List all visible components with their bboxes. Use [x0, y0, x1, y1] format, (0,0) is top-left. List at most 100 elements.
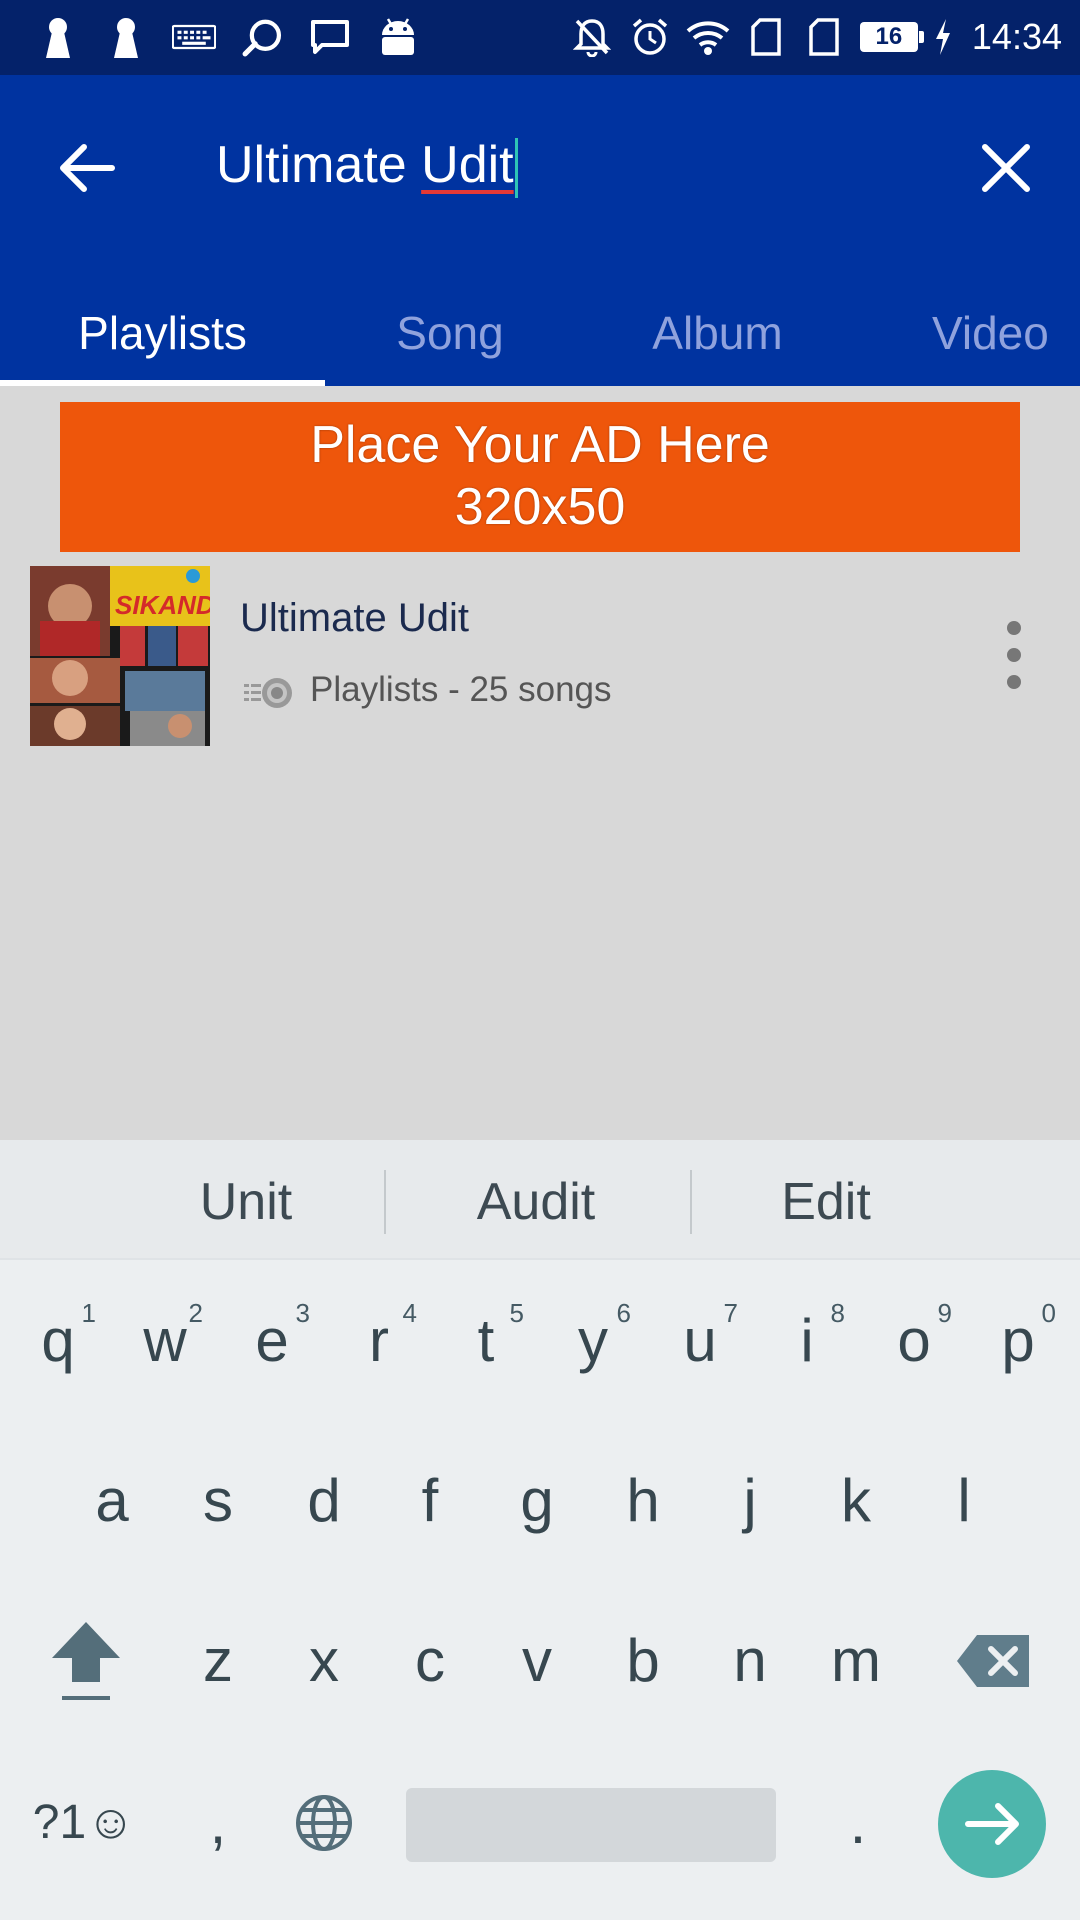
key-j[interactable]: j: [700, 1436, 800, 1566]
keyhole-icon: [36, 14, 80, 60]
key-u[interactable]: u7: [650, 1276, 750, 1406]
playlist-subtitle: Playlists - 25 songs: [310, 670, 612, 709]
shift-key[interactable]: [36, 1596, 136, 1726]
keyboard: q1 w2 e3 r4 t5 y6 u7 i8 o9 p0 a s d f g …: [0, 1260, 1080, 1920]
keyhole-icon: [104, 14, 148, 60]
key-q[interactable]: q1: [8, 1276, 108, 1406]
ad-banner[interactable]: Place Your AD Here 320x50: [60, 402, 1020, 552]
back-button[interactable]: [52, 133, 122, 203]
backspace-key[interactable]: [940, 1596, 1050, 1726]
key-label: i: [800, 1307, 814, 1374]
wifi-icon: [686, 14, 730, 60]
key-x[interactable]: x: [274, 1596, 374, 1726]
key-hint: 7: [723, 1298, 738, 1328]
tab-song[interactable]: Song: [325, 270, 575, 386]
key-l[interactable]: l: [914, 1436, 1014, 1566]
key-label: r: [369, 1307, 389, 1374]
suggestion-3[interactable]: Edit: [676, 1140, 976, 1258]
alarm-icon: [628, 14, 672, 60]
status-bar: 16 14:34: [0, 0, 1080, 75]
arrow-right-icon: [965, 1803, 1019, 1845]
list-item[interactable]: SIKANDAR Ultimate Udit Playlists - 25 so…: [0, 560, 1080, 760]
app-bar: Ultimate Udit Playlists Song Album Video: [0, 75, 1080, 386]
playlist-icon: [244, 674, 294, 714]
key-hint: 5: [509, 1298, 524, 1328]
enter-key[interactable]: [938, 1770, 1046, 1878]
tab-video[interactable]: Video: [900, 270, 1080, 386]
key-y[interactable]: y6: [543, 1276, 643, 1406]
text-cursor: [514, 138, 518, 199]
key-c[interactable]: c: [380, 1596, 480, 1726]
key-v[interactable]: v: [487, 1596, 587, 1726]
backspace-icon: [957, 1635, 1029, 1687]
close-icon: [982, 144, 1030, 192]
space-key[interactable]: [406, 1788, 776, 1862]
key-hint: 3: [295, 1298, 310, 1328]
suggestion-1[interactable]: Unit: [96, 1140, 396, 1258]
key-g[interactable]: g: [487, 1436, 587, 1566]
key-z[interactable]: z: [168, 1596, 268, 1726]
key-b[interactable]: b: [593, 1596, 693, 1726]
key-label: q: [41, 1307, 75, 1374]
key-d[interactable]: d: [274, 1436, 374, 1566]
clear-search-button[interactable]: [968, 130, 1044, 206]
comma-key[interactable]: ,: [168, 1758, 268, 1888]
key-m[interactable]: m: [806, 1596, 906, 1726]
playlist-title: Ultimate Udit: [240, 596, 469, 640]
tab-album[interactable]: Album: [590, 270, 845, 386]
tab-bar: Playlists Song Album Video: [0, 270, 1080, 386]
key-hint: 9: [937, 1298, 952, 1328]
key-label: w: [143, 1307, 187, 1374]
charging-icon: [932, 14, 954, 60]
key-s[interactable]: s: [168, 1436, 268, 1566]
suggestion-strip: Unit Audit Edit: [0, 1140, 1080, 1260]
key-w[interactable]: w2: [115, 1276, 215, 1406]
key-o[interactable]: o9: [864, 1276, 964, 1406]
arrow-left-icon: [60, 144, 115, 192]
tab-playlists[interactable]: Playlists: [0, 270, 325, 386]
svg-text:SIKANDAR: SIKANDAR: [115, 590, 210, 620]
search-input[interactable]: Ultimate Udit: [216, 130, 518, 200]
key-hint: 0: [1041, 1298, 1056, 1328]
battery-icon: 16: [859, 22, 924, 52]
suggestion-2[interactable]: Audit: [386, 1140, 686, 1258]
more-vert-icon: [1007, 621, 1021, 689]
key-r[interactable]: r4: [329, 1276, 429, 1406]
key-t[interactable]: t5: [436, 1276, 536, 1406]
ad-line-2: 320x50: [454, 478, 626, 536]
shift-icon: [52, 1622, 120, 1700]
keyboard-icon: [172, 14, 216, 60]
status-bar-right-icons: 16 14:34: [570, 14, 1062, 60]
android-icon: [376, 14, 420, 60]
key-label: u: [683, 1307, 717, 1374]
key-hint: 4: [402, 1298, 417, 1328]
key-label: o: [897, 1307, 931, 1374]
key-k[interactable]: k: [806, 1436, 906, 1566]
key-n[interactable]: n: [700, 1596, 800, 1726]
key-p[interactable]: p0: [968, 1276, 1068, 1406]
key-label: y: [578, 1307, 608, 1374]
key-label: p: [1001, 1307, 1035, 1374]
key-a[interactable]: a: [62, 1436, 162, 1566]
search-query-word: Udit: [421, 136, 514, 194]
message-icon: [308, 14, 352, 60]
search-query-prefix: Ultimate: [216, 136, 422, 194]
key-label: t: [477, 1307, 495, 1374]
sim-icon: [744, 14, 788, 60]
key-label: e: [255, 1307, 289, 1374]
key-h[interactable]: h: [593, 1436, 693, 1566]
key-hint: 6: [616, 1298, 631, 1328]
key-hint: 2: [188, 1298, 203, 1328]
status-bar-left-icons: [36, 14, 420, 60]
key-e[interactable]: e3: [222, 1276, 322, 1406]
period-key[interactable]: .: [808, 1758, 908, 1888]
symbols-key[interactable]: ?1☺: [24, 1758, 144, 1888]
language-key[interactable]: [274, 1758, 374, 1888]
playlist-thumbnail: SIKANDAR: [30, 566, 210, 746]
key-i[interactable]: i8: [757, 1276, 857, 1406]
key-hint: 8: [830, 1298, 845, 1328]
more-options-button[interactable]: [994, 610, 1034, 700]
status-time: 14:34: [971, 16, 1062, 57]
ad-line-1: Place Your AD Here: [310, 416, 770, 474]
key-f[interactable]: f: [380, 1436, 480, 1566]
